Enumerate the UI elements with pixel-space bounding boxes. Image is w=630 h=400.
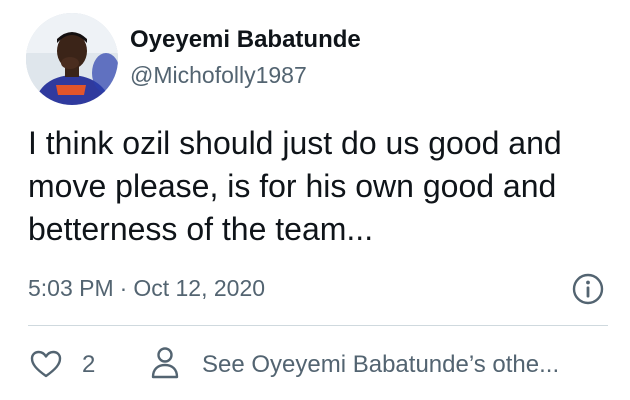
avatar-photo [26, 13, 118, 105]
author-handle[interactable]: @Michofolly1987 [130, 62, 307, 89]
like-count: 2 [82, 351, 96, 378]
tweet-timestamp[interactable]: 5:03 PM · Oct 12, 2020 [28, 275, 265, 302]
person-icon[interactable] [150, 346, 180, 380]
tweet-text: I think ozil should just do us good and … [28, 125, 562, 247]
avatar[interactable] [26, 13, 118, 105]
heart-icon[interactable] [30, 349, 62, 379]
timestamp-separator: · [119, 275, 128, 301]
info-icon[interactable] [571, 272, 605, 306]
tweet-time: 5:03 PM [28, 275, 114, 301]
see-other-tweets-link[interactable]: See Oyeyemi Babatunde’s othe... [202, 351, 559, 379]
tweet-date: Oct 12, 2020 [133, 275, 266, 301]
divider [28, 325, 608, 326]
author-name[interactable]: Oyeyemi Babatunde [130, 26, 361, 54]
